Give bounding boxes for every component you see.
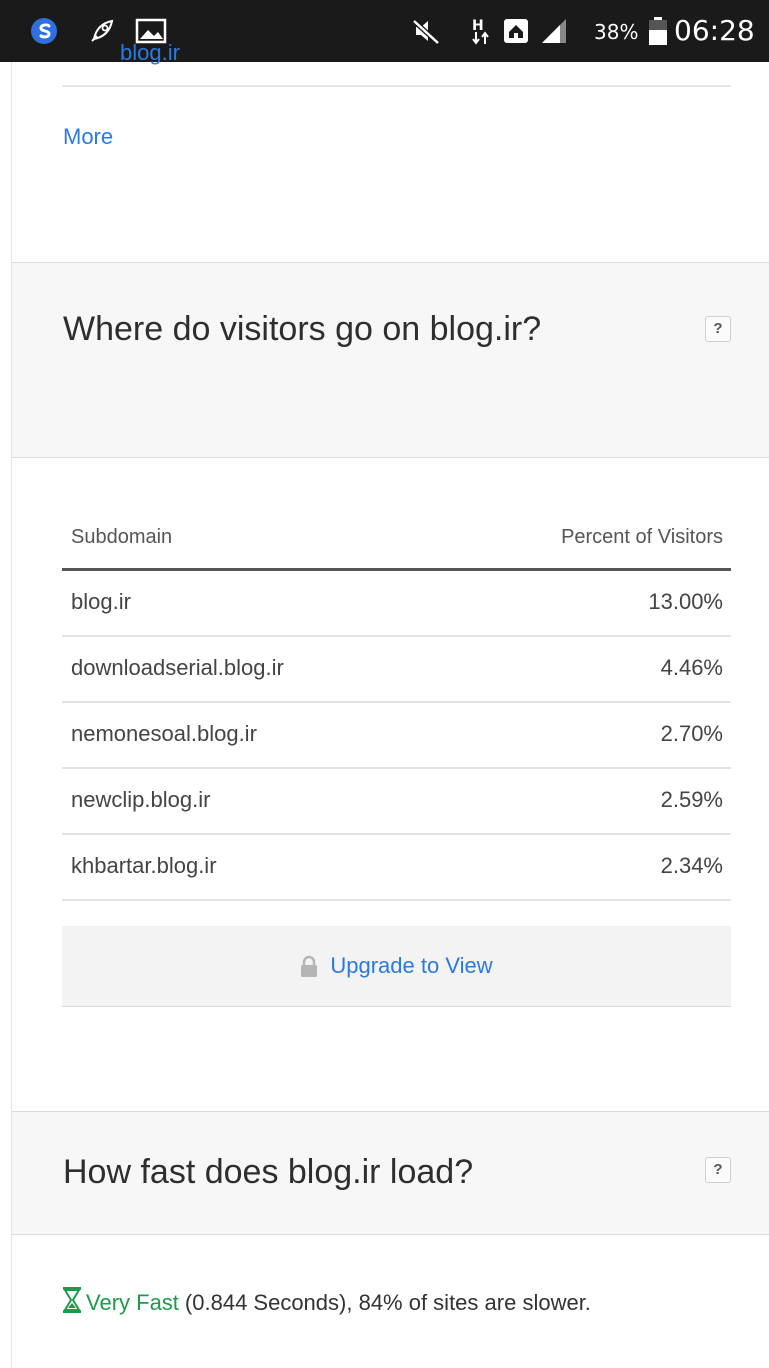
subdomain-section-header: Where do visitors go on blog.ir? ?: [12, 262, 769, 458]
s-browser-icon: [30, 16, 58, 46]
subdomain-cell: nemonesoal.blog.ir: [71, 721, 257, 746]
signal-icon: [540, 16, 568, 46]
upgrade-label[interactable]: Upgrade to View: [330, 953, 492, 979]
subdomain-cell: downloadserial.blog.ir: [71, 655, 284, 680]
clock: 06:28: [674, 14, 755, 47]
section-title: How fast does blog.ir load?: [63, 1153, 474, 1191]
table-row: khbartar.blog.ir 2.34%: [62, 835, 731, 901]
hourglass-icon: [62, 1286, 82, 1320]
percent-cell: 13.00%: [648, 589, 723, 614]
lock-icon: [300, 955, 318, 977]
battery-percent: 38%: [594, 20, 639, 44]
percent-cell: 2.34%: [660, 853, 723, 878]
subdomain-cell: blog.ir: [71, 589, 131, 614]
percent-cell: 2.59%: [660, 787, 723, 812]
home-icon: [502, 16, 530, 46]
mute-icon: [412, 16, 440, 46]
help-button[interactable]: ?: [705, 1157, 731, 1183]
data-transfer-icon: H: [470, 16, 492, 46]
percent-cell: 2.70%: [660, 721, 723, 746]
subdomain-cell: newclip.blog.ir: [71, 787, 211, 812]
speed-summary: Very Fast (0.844 Seconds), 84% of sites …: [62, 1286, 591, 1320]
column-header-subdomain: Subdomain: [71, 526, 173, 548]
table-row: downloadserial.blog.ir 4.46%: [62, 637, 731, 703]
subdomain-table: Subdomain Percent of Visitors blog.ir 13…: [62, 512, 731, 901]
rocket-icon: [88, 16, 116, 46]
divider: [62, 85, 731, 87]
table-row: nemonesoal.blog.ir 2.70%: [62, 703, 731, 769]
svg-text:H: H: [472, 18, 484, 34]
battery-icon: [648, 16, 668, 46]
page-content: blog.ir More Where do visitors go on blo…: [11, 40, 769, 1368]
upgrade-to-view-button[interactable]: Upgrade to View: [62, 926, 731, 1007]
help-button[interactable]: ?: [705, 316, 731, 342]
speed-detail: (0.844 Seconds), 84% of sites are slower…: [184, 1290, 591, 1315]
section-title: Where do visitors go on blog.ir?: [63, 310, 542, 348]
table-header: Subdomain Percent of Visitors: [62, 512, 731, 571]
partial-list-link[interactable]: blog.ir: [120, 40, 180, 66]
status-bar: H 38% 06:28: [0, 0, 769, 62]
speed-rating: Very Fast: [86, 1290, 179, 1315]
table-row: blog.ir 13.00%: [62, 571, 731, 637]
more-link[interactable]: More: [63, 124, 113, 150]
column-header-percent: Percent of Visitors: [561, 526, 723, 548]
table-row: newclip.blog.ir 2.59%: [62, 769, 731, 835]
subdomain-cell: khbartar.blog.ir: [71, 853, 217, 878]
speed-section-header: How fast does blog.ir load? ?: [12, 1111, 769, 1235]
percent-cell: 4.46%: [660, 655, 723, 680]
